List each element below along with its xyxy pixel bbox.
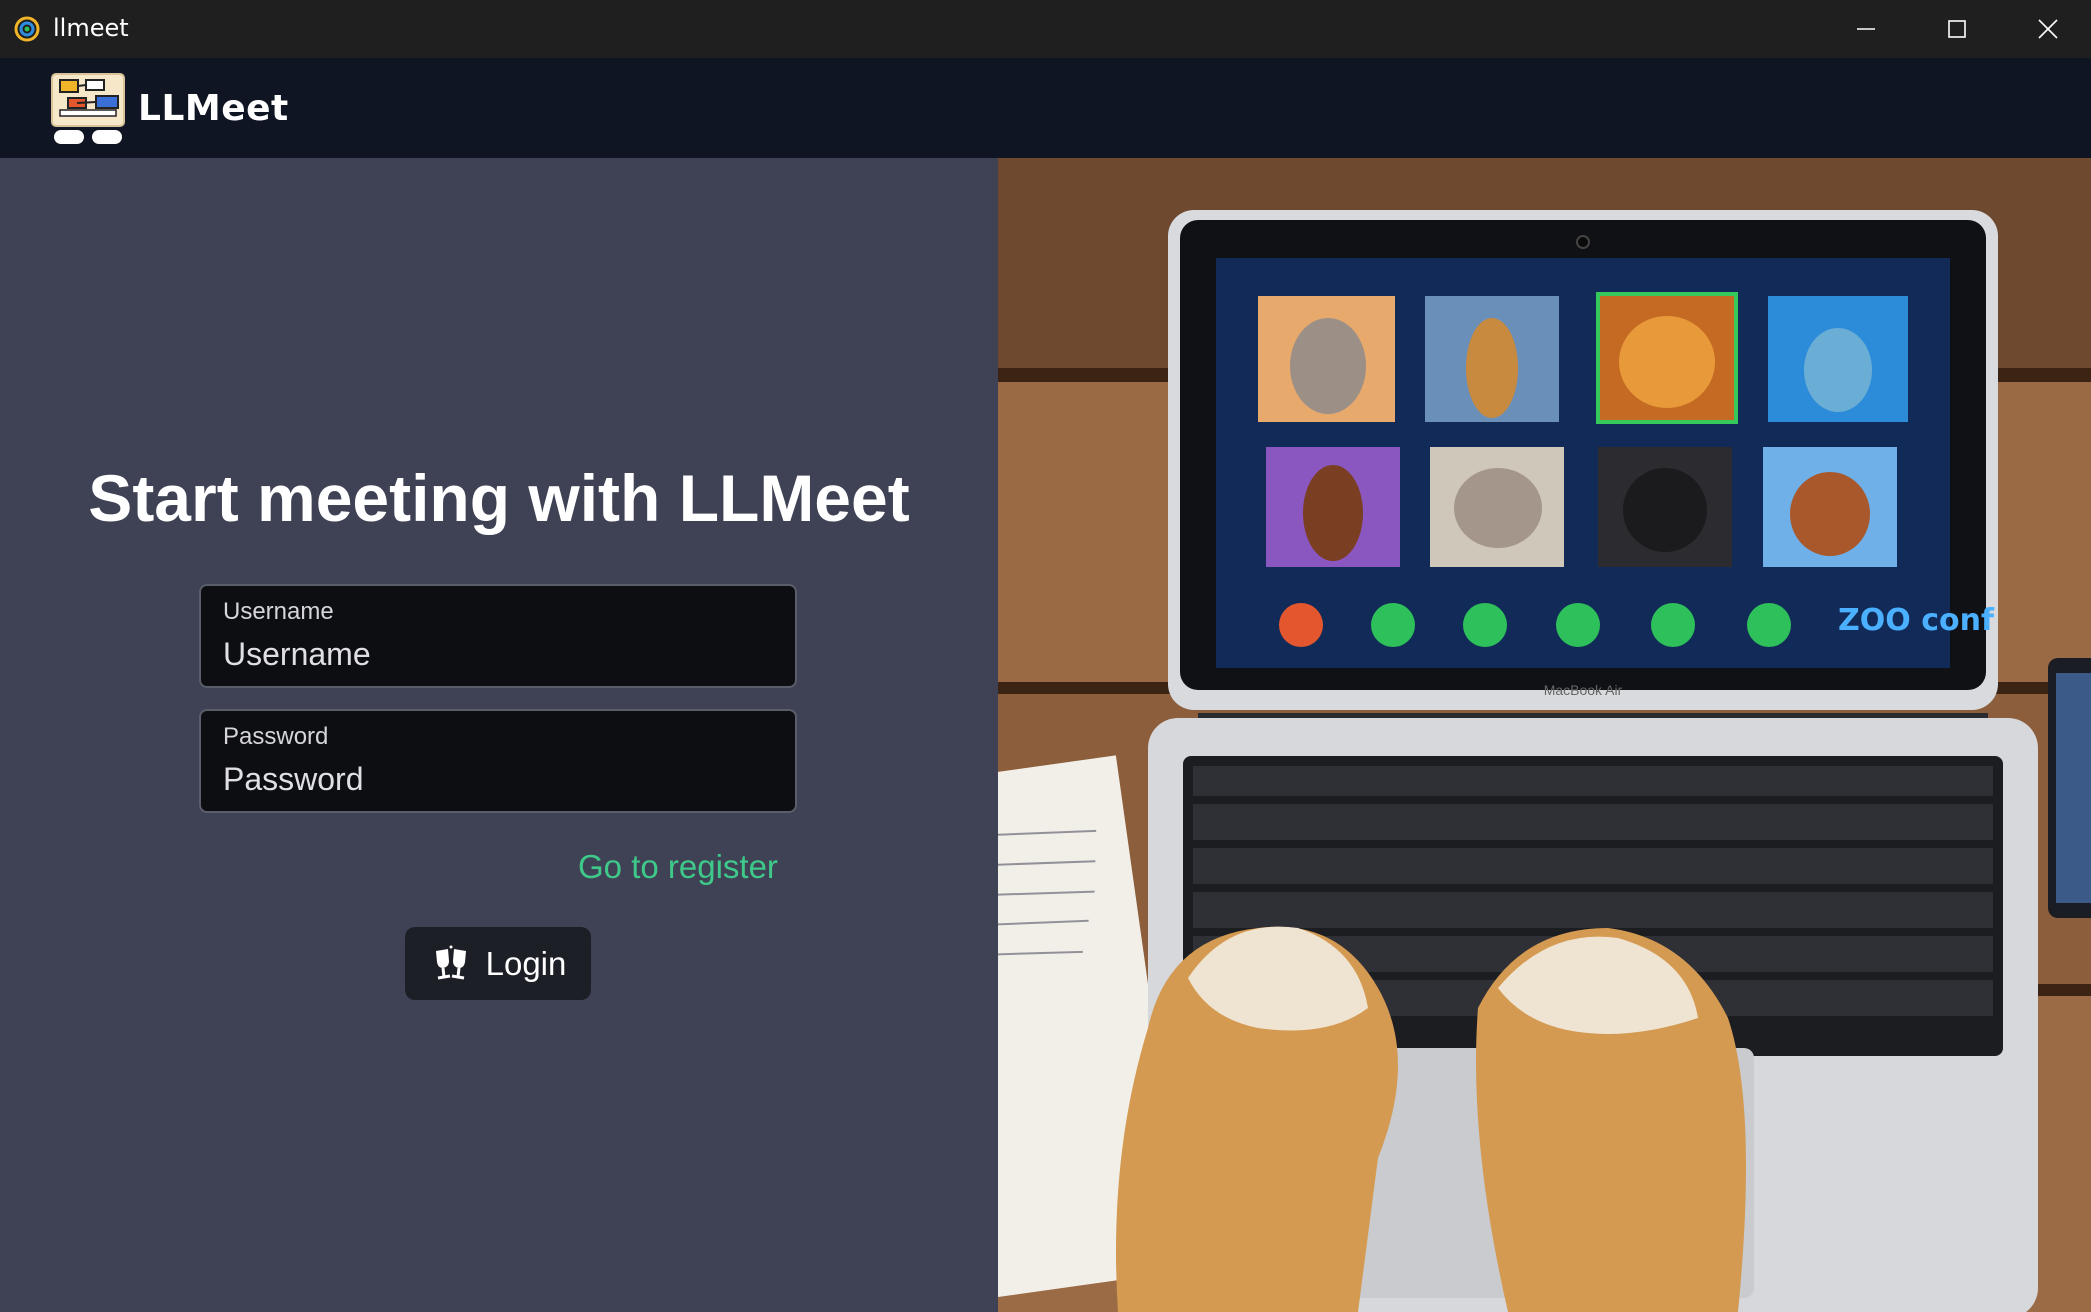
hero-image: MacBook Air ZOO conf	[998, 158, 2091, 1312]
go-to-register-link[interactable]: Go to register	[578, 848, 778, 886]
llmeet-logo-icon[interactable]	[50, 72, 126, 146]
password-field[interactable]: Password	[199, 709, 797, 813]
brand-name: LLMeet	[138, 88, 289, 129]
password-label: Password	[223, 723, 329, 750]
username-input[interactable]	[223, 632, 773, 676]
app-icon	[13, 15, 41, 43]
close-button[interactable]	[2003, 0, 2091, 58]
login-button-label: Login	[485, 944, 567, 982]
username-field[interactable]: Username	[199, 584, 797, 688]
window-title-bar: llmeet	[0, 0, 2091, 58]
app-header: LLMeet	[0, 58, 2091, 158]
laptop-brand: MacBook Air	[1544, 682, 1623, 698]
hero-illustration: MacBook Air ZOO conf	[998, 158, 2091, 1312]
window-title: llmeet	[53, 14, 129, 42]
maximize-icon	[1948, 20, 1966, 38]
close-icon	[2038, 19, 2058, 39]
page-title: Start meeting with LLMeet	[88, 461, 910, 535]
password-input[interactable]	[223, 757, 773, 801]
cheers-glasses-icon	[435, 945, 466, 979]
conference-logo: ZOO conf	[1838, 603, 1995, 638]
username-label: Username	[223, 598, 334, 625]
minimize-icon	[1857, 28, 1875, 30]
minimize-button[interactable]	[1821, 0, 1911, 58]
login-button[interactable]: Login	[405, 927, 591, 1000]
maximize-button[interactable]	[1912, 0, 2002, 58]
login-panel: Start meeting with LLMeet Username Passw…	[0, 158, 998, 1312]
